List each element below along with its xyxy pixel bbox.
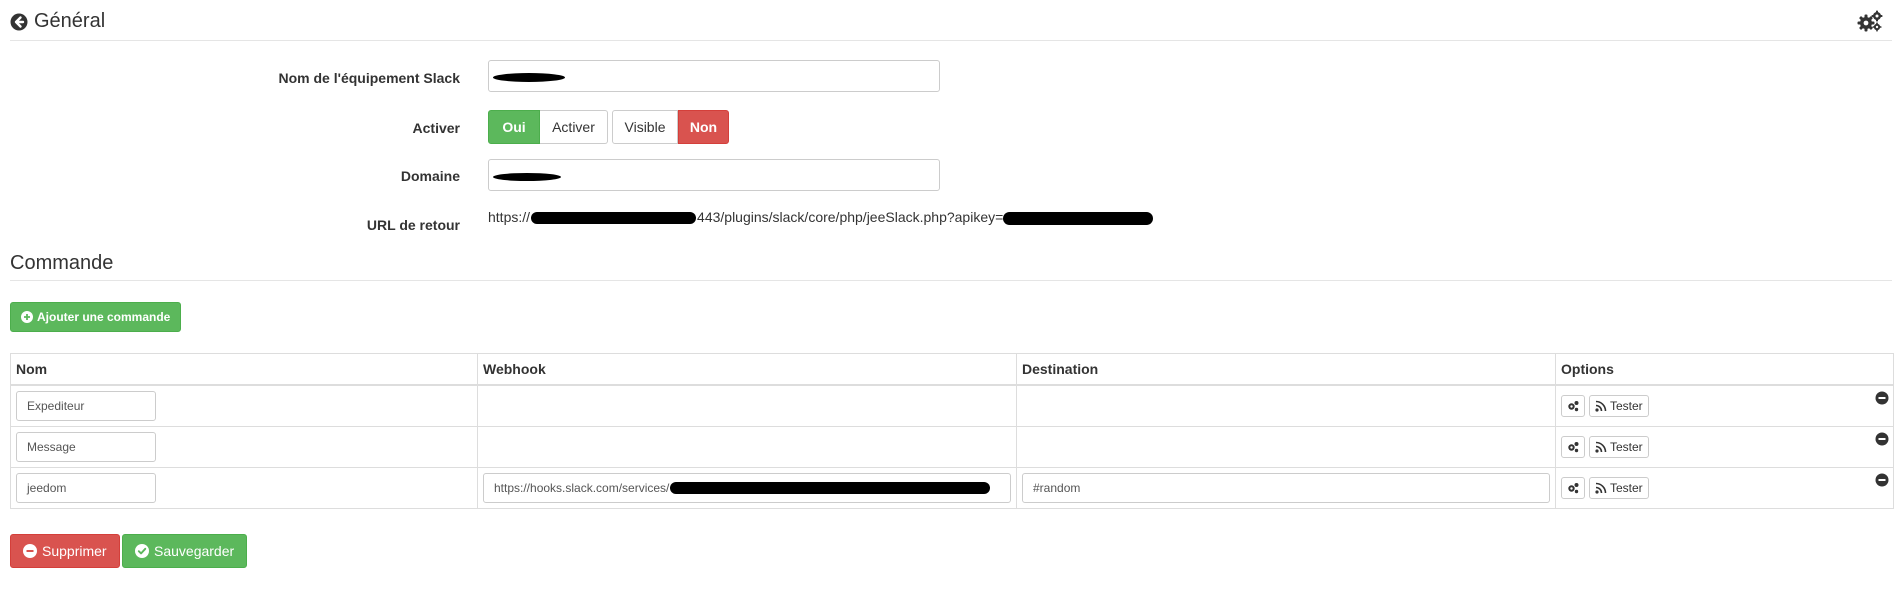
- test-command-button[interactable]: Tester: [1589, 477, 1649, 499]
- page-title: Général: [10, 10, 105, 33]
- rss-icon: [1595, 441, 1607, 453]
- equipment-name-label: Nom de l'équipement Slack: [278, 70, 461, 86]
- table-row: jeedom https://hooks.slack.com/services/…: [10, 467, 1894, 509]
- test-command-button[interactable]: Tester: [1589, 436, 1649, 458]
- domain-label: Domaine: [400, 168, 460, 184]
- cogs-icon[interactable]: [1856, 10, 1884, 32]
- visible-no-button[interactable]: Non: [678, 110, 729, 144]
- column-header-webhook: Webhook: [477, 353, 1017, 386]
- enable-toggle-group: Oui Activer: [488, 110, 608, 144]
- redacted-apikey: [1003, 211, 1154, 225]
- configure-command-button[interactable]: [1561, 395, 1585, 417]
- rss-icon: [1595, 400, 1607, 412]
- minus-circle-icon: [23, 544, 37, 558]
- page-title-text: Général: [34, 10, 106, 32]
- redacted-host: [531, 212, 697, 225]
- check-circle-icon: [135, 544, 149, 558]
- activate-label: Activer: [412, 120, 460, 136]
- cogs-icon: [1568, 483, 1579, 494]
- destination-cell: [1016, 426, 1556, 468]
- destination-input[interactable]: #random: [1022, 473, 1550, 503]
- enable-activate-button[interactable]: Activer: [540, 110, 608, 144]
- webhook-cell: [477, 426, 1017, 468]
- divider: [10, 40, 1892, 41]
- redacted-value: [493, 173, 561, 181]
- add-command-button[interactable]: Ajouter une commande: [10, 302, 182, 332]
- equipment-name-input[interactable]: [488, 60, 940, 92]
- visible-button[interactable]: Visible: [612, 110, 678, 144]
- remove-command-icon[interactable]: [1875, 432, 1889, 446]
- commands-table: Nom Webhook Destination Options Expedite…: [10, 353, 1894, 509]
- rss-icon: [1595, 482, 1607, 494]
- cogs-icon: [1568, 442, 1579, 453]
- test-command-button[interactable]: Tester: [1589, 395, 1649, 417]
- cogs-icon: [1568, 401, 1579, 412]
- callback-url-value: https://443/plugins/slack/core/php/jeeSl…: [488, 209, 1154, 225]
- column-header-name: Nom: [10, 353, 478, 386]
- divider: [10, 280, 1892, 281]
- callback-url-label: URL de retour: [366, 217, 460, 233]
- redacted-webhook: [670, 482, 991, 494]
- webhook-input[interactable]: https://hooks.slack.com/services/: [483, 473, 1011, 503]
- destination-cell: [1016, 384, 1556, 427]
- save-button[interactable]: Sauvegarder: [122, 534, 248, 568]
- command-name-input[interactable]: Message: [16, 432, 156, 462]
- column-header-options: Options: [1555, 353, 1894, 386]
- enable-yes-button[interactable]: Oui: [488, 110, 540, 144]
- remove-command-icon[interactable]: [1875, 391, 1889, 405]
- command-name-input[interactable]: Expediteur: [16, 391, 156, 421]
- delete-button[interactable]: Supprimer: [10, 534, 120, 568]
- plus-circle-icon: [21, 311, 33, 323]
- redacted-value: [493, 73, 565, 82]
- commands-section-title: Commande: [10, 252, 114, 274]
- back-arrow-icon[interactable]: [10, 13, 28, 31]
- webhook-cell: [477, 384, 1017, 427]
- command-name-input[interactable]: jeedom: [16, 473, 156, 503]
- table-row: Expediteur Tester: [10, 384, 1894, 427]
- domain-input[interactable]: [488, 159, 940, 191]
- column-header-destination: Destination: [1016, 353, 1556, 386]
- remove-command-icon[interactable]: [1875, 473, 1889, 487]
- visible-toggle-group: Visible Non: [612, 110, 729, 144]
- table-row: Message Tester: [10, 426, 1894, 468]
- table-header-row: Nom Webhook Destination Options: [10, 353, 1894, 386]
- configure-command-button[interactable]: [1561, 436, 1585, 458]
- configure-command-button[interactable]: [1561, 477, 1585, 499]
